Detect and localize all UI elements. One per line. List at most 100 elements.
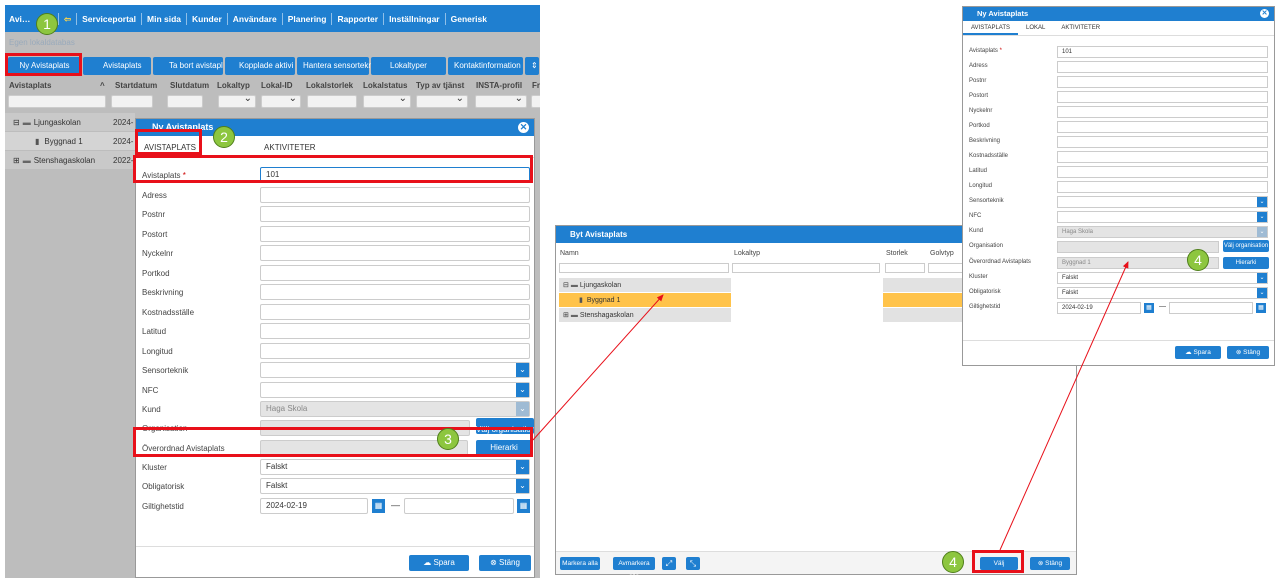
- col-avistaplats[interactable]: Avistaplats: [9, 81, 51, 90]
- chevron-down-icon[interactable]: ⌄: [1257, 288, 1267, 298]
- chevron-down-icon[interactable]: ⌄: [1257, 212, 1267, 222]
- avistaplats-button[interactable]: Avistaplats: [83, 57, 151, 75]
- room-types-button[interactable]: Lokaltyper: [371, 57, 446, 75]
- filter-lokalstorlek[interactable]: [307, 95, 357, 108]
- chevron-down-icon[interactable]: ⌄: [1257, 197, 1267, 207]
- calendar-icon[interactable]: ▦: [372, 499, 385, 513]
- col-golvtyp[interactable]: Golvtyp: [930, 250, 954, 257]
- chevron-down-icon[interactable]: ⌄: [516, 479, 529, 493]
- col-namn[interactable]: Namn: [560, 250, 579, 257]
- col-typ-av-tjanst[interactable]: Typ av tjänst: [416, 81, 464, 90]
- close-icon[interactable]: ✕: [1260, 9, 1269, 18]
- close-button[interactable]: ⊗ Stäng: [1227, 346, 1269, 359]
- filter-storlek[interactable]: [885, 263, 925, 273]
- calendar-icon[interactable]: ▦: [1256, 303, 1266, 313]
- calendar-icon[interactable]: ▦: [517, 499, 530, 513]
- chevron-down-icon[interactable]: ⌄: [516, 363, 529, 377]
- portkod-input[interactable]: [260, 265, 530, 281]
- col-lokaltyp[interactable]: Lokaltyp: [217, 81, 250, 90]
- hierarchy-button[interactable]: Hierarki: [1223, 257, 1269, 269]
- nav-item-serviceportal[interactable]: Serviceportal: [77, 12, 142, 25]
- tree-row[interactable]: ⊟ ▬ Ljungaskolan 2024-: [5, 113, 135, 131]
- filter-slutdatum[interactable]: [167, 95, 203, 108]
- nav-item-generisk[interactable]: Generisk: [446, 13, 492, 25]
- sensorteknik-select[interactable]: ⌄: [260, 362, 530, 378]
- col-lokal-id[interactable]: Lokal-ID: [261, 81, 293, 90]
- nyckelnr-input[interactable]: [1057, 106, 1268, 118]
- col-lokalstorlek[interactable]: Lokalstorlek: [306, 81, 353, 90]
- col-lokalstatus[interactable]: Lokalstatus: [363, 81, 407, 90]
- tree-row[interactable]: ▮ Byggnad 1 2024-: [5, 132, 135, 150]
- save-button[interactable]: ☁ Spara: [1175, 346, 1221, 359]
- postort-input[interactable]: [1057, 91, 1268, 103]
- chevron-down-icon[interactable]: ⌄: [516, 383, 529, 397]
- chevron-down-icon[interactable]: ⌄: [516, 460, 529, 474]
- tab-aktiviteter[interactable]: AKTIVITETER: [256, 136, 324, 157]
- filter-insta-profil[interactable]: [475, 93, 527, 108]
- expand-icon[interactable]: ⊞: [13, 156, 20, 165]
- filter-lokalstatus[interactable]: [363, 93, 411, 108]
- nyckelnr-input[interactable]: [260, 245, 530, 261]
- contact-info-button[interactable]: Kontaktinformation: [448, 57, 523, 75]
- sort-icon[interactable]: ^: [100, 81, 105, 90]
- postort-input[interactable]: [260, 226, 530, 242]
- close-button[interactable]: ⊗ Stäng: [1030, 557, 1070, 570]
- col-startdatum[interactable]: Startdatum: [115, 81, 157, 90]
- tab-avistaplats[interactable]: AVISTAPLATS: [963, 21, 1019, 35]
- kluster-select[interactable]: Falskt ⌄: [260, 459, 530, 475]
- back-arrow-icon[interactable]: ⇦: [59, 12, 78, 25]
- obligatorisk-select[interactable]: Falskt ⌄: [1057, 287, 1268, 299]
- col-storlek[interactable]: Storlek: [886, 250, 908, 257]
- kostnadsstalle-input[interactable]: [260, 304, 530, 320]
- nfc-select[interactable]: ⌄: [260, 382, 530, 398]
- avistaplats-input[interactable]: 101: [1057, 46, 1268, 58]
- unmark-all-button[interactable]: Avmarkera alla: [613, 557, 655, 580]
- save-button[interactable]: ☁ Spara: [409, 555, 469, 571]
- postnr-input[interactable]: [260, 206, 530, 222]
- date-to-input[interactable]: [404, 498, 514, 514]
- nav-item-planering[interactable]: Planering: [283, 12, 333, 25]
- tab-lokal[interactable]: LOKAL: [1018, 21, 1053, 35]
- latitud-input[interactable]: [260, 323, 530, 339]
- col-insta-profil[interactable]: INSTA-profil: [476, 81, 522, 90]
- obligatorisk-select[interactable]: Falskt ⌄: [260, 478, 530, 494]
- beskrivning-input[interactable]: [260, 284, 530, 300]
- chevron-down-icon[interactable]: ⌄: [1257, 273, 1267, 283]
- longitud-input[interactable]: [260, 343, 530, 359]
- col-fre[interactable]: Fre: [532, 81, 540, 90]
- nav-item-kunder[interactable]: Kunder: [187, 12, 228, 25]
- manage-sensors-button[interactable]: Hantera sensortekn: [297, 57, 373, 75]
- expand-icon[interactable]: ⤢: [662, 557, 676, 570]
- beskrivning-input[interactable]: [1057, 136, 1268, 148]
- choose-organisation-button[interactable]: Välj organisation: [1223, 240, 1269, 252]
- filter-typ-av-tjanst[interactable]: [416, 93, 468, 108]
- delete-avistaplats-button[interactable]: Ta bort avistapl: [153, 57, 223, 75]
- collapse-arrows-icon[interactable]: ⤡: [686, 557, 700, 570]
- tree-row[interactable]: ⊞ ▬ Stenshagaskolan 2022-: [5, 151, 135, 169]
- close-button[interactable]: ⊗ Stäng: [479, 555, 531, 571]
- filter-lokal-id[interactable]: [261, 93, 301, 108]
- filter-namn[interactable]: [559, 263, 729, 273]
- portkod-input[interactable]: [1057, 121, 1268, 133]
- nav-item-rapporter[interactable]: Rapporter: [332, 12, 385, 25]
- kluster-select[interactable]: Falskt ⌄: [1057, 272, 1268, 284]
- mark-all-button[interactable]: Markera alla: [560, 557, 600, 570]
- date-from-input[interactable]: 2024-02-19: [1057, 302, 1141, 314]
- sensorteknik-select[interactable]: ⌄: [1057, 196, 1268, 208]
- more-button[interactable]: ⇕: [525, 57, 539, 75]
- collapse-icon[interactable]: ⊟: [13, 118, 20, 127]
- col-slutdatum[interactable]: Slutdatum: [170, 81, 209, 90]
- filter-lokaltyp[interactable]: [218, 93, 256, 108]
- nfc-select[interactable]: ⌄: [1057, 211, 1268, 223]
- nav-item-installningar[interactable]: Inställningar: [384, 12, 446, 25]
- filter-fre[interactable]: [531, 95, 540, 108]
- close-icon[interactable]: ✕: [518, 122, 529, 133]
- collapse-icon[interactable]: ⊟: [563, 281, 569, 289]
- longitud-input[interactable]: [1057, 181, 1268, 193]
- linked-activities-button[interactable]: Kopplade aktivi: [225, 57, 295, 75]
- tab-aktiviteter[interactable]: AKTIVITETER: [1053, 21, 1108, 35]
- filter-startdatum[interactable]: [111, 95, 153, 108]
- adress-input[interactable]: [260, 187, 530, 203]
- date-to-input[interactable]: [1169, 302, 1253, 314]
- adress-input[interactable]: [1057, 61, 1268, 73]
